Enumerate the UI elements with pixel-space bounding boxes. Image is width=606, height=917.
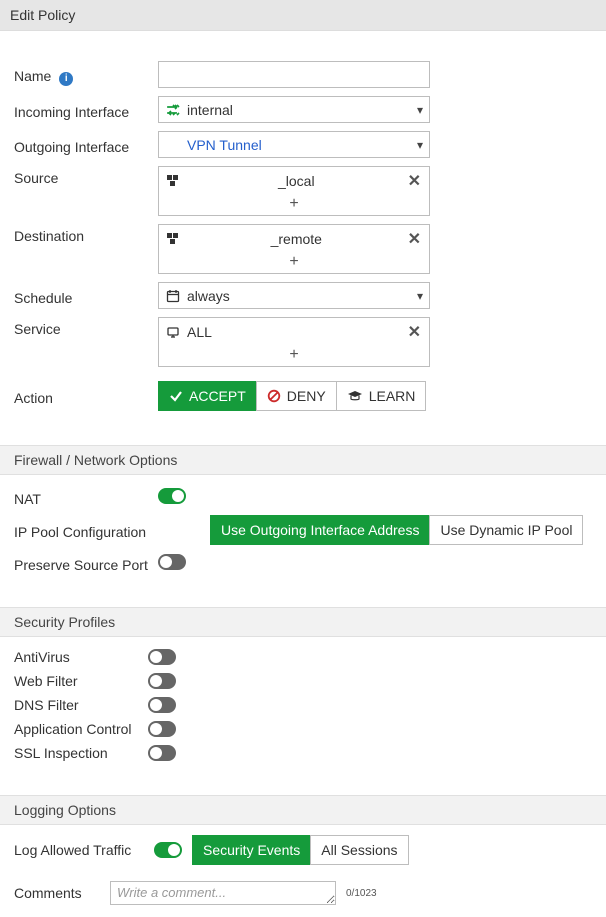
service-icon bbox=[165, 325, 181, 339]
service-tagbox[interactable]: ALL ✕ + bbox=[158, 317, 430, 367]
appcontrol-toggle[interactable] bbox=[148, 721, 176, 737]
sslinspect-label: SSL Inspection bbox=[14, 745, 148, 761]
remove-source-icon[interactable]: ✕ bbox=[406, 171, 423, 191]
destination-tagbox[interactable]: _remote ✕ + bbox=[158, 224, 430, 274]
incoming-interface-value: internal bbox=[187, 102, 417, 118]
incoming-interface-select[interactable]: internal ▾ bbox=[158, 96, 430, 123]
service-tag: ALL ✕ bbox=[159, 318, 429, 346]
source-tagbox[interactable]: _local ✕ + bbox=[158, 166, 430, 216]
deny-icon bbox=[267, 389, 281, 403]
logging-section-heading: Logging Options bbox=[0, 795, 606, 825]
comments-textarea[interactable] bbox=[110, 881, 336, 905]
action-label: Action bbox=[14, 386, 158, 406]
preserve-port-label: Preserve Source Port bbox=[14, 553, 158, 573]
schedule-select[interactable]: always ▾ bbox=[158, 282, 430, 309]
destination-tag-text: _remote bbox=[187, 231, 406, 247]
outgoing-interface-select[interactable]: VPN Tunnel ▾ bbox=[158, 131, 430, 158]
source-tag-text: _local bbox=[187, 173, 406, 189]
interface-icon bbox=[165, 103, 181, 117]
schedule-label: Schedule bbox=[14, 286, 158, 306]
webfilter-label: Web Filter bbox=[14, 673, 148, 689]
remove-service-icon[interactable]: ✕ bbox=[406, 322, 423, 342]
nat-toggle[interactable] bbox=[158, 488, 186, 504]
antivirus-label: AntiVirus bbox=[14, 649, 148, 665]
action-learn-text: LEARN bbox=[369, 388, 416, 404]
info-icon[interactable]: i bbox=[59, 72, 73, 86]
name-input[interactable] bbox=[158, 61, 430, 88]
log-security-events-button[interactable]: Security Events bbox=[192, 835, 311, 865]
remove-destination-icon[interactable]: ✕ bbox=[406, 229, 423, 249]
ippool-segment-group: Use Outgoing Interface Address Use Dynam… bbox=[210, 515, 583, 545]
log-mode-segment-group: Security Events All Sessions bbox=[192, 835, 409, 865]
log-all-sessions-button[interactable]: All Sessions bbox=[310, 835, 408, 865]
action-button-group: ACCEPT DENY LEARN bbox=[158, 381, 426, 411]
comments-counter: 0/1023 bbox=[346, 888, 377, 899]
action-deny-text: DENY bbox=[287, 388, 326, 404]
log-allowed-label: Log Allowed Traffic bbox=[14, 842, 144, 858]
action-deny-button[interactable]: DENY bbox=[256, 381, 337, 411]
ippool-dynamic-button[interactable]: Use Dynamic IP Pool bbox=[429, 515, 583, 545]
destination-label: Destination bbox=[14, 224, 158, 244]
learn-icon bbox=[347, 389, 363, 403]
source-label: Source bbox=[14, 166, 158, 186]
sslinspect-toggle[interactable] bbox=[148, 745, 176, 761]
incoming-interface-label: Incoming Interface bbox=[14, 100, 158, 120]
service-tag-text: ALL bbox=[187, 324, 406, 340]
outgoing-interface-label: Outgoing Interface bbox=[14, 135, 158, 155]
page-title: Edit Policy bbox=[0, 0, 606, 31]
chevron-down-icon: ▾ bbox=[417, 103, 423, 117]
name-label: Name i bbox=[14, 64, 158, 86]
add-source-button[interactable]: + bbox=[159, 195, 429, 215]
schedule-value: always bbox=[187, 288, 417, 304]
comments-label: Comments bbox=[14, 885, 100, 901]
outgoing-interface-value: VPN Tunnel bbox=[187, 137, 417, 153]
dnsfilter-label: DNS Filter bbox=[14, 697, 148, 713]
action-learn-button[interactable]: LEARN bbox=[336, 381, 427, 411]
dnsfilter-toggle[interactable] bbox=[148, 697, 176, 713]
name-label-text: Name bbox=[14, 68, 51, 84]
chevron-down-icon: ▾ bbox=[417, 289, 423, 303]
firewall-section-heading: Firewall / Network Options bbox=[0, 445, 606, 475]
action-accept-text: ACCEPT bbox=[189, 388, 246, 404]
nat-label: NAT bbox=[14, 487, 158, 507]
add-service-button[interactable]: + bbox=[159, 346, 429, 366]
ippool-outgoing-button[interactable]: Use Outgoing Interface Address bbox=[210, 515, 430, 545]
security-section-heading: Security Profiles bbox=[0, 607, 606, 637]
check-icon bbox=[169, 389, 183, 403]
webfilter-toggle[interactable] bbox=[148, 673, 176, 689]
chevron-down-icon: ▾ bbox=[417, 138, 423, 152]
ippool-label: IP Pool Configuration bbox=[14, 520, 210, 540]
appcontrol-label: Application Control bbox=[14, 721, 148, 737]
address-group-icon bbox=[165, 174, 181, 188]
preserve-port-toggle[interactable] bbox=[158, 554, 186, 570]
log-allowed-toggle[interactable] bbox=[154, 842, 182, 858]
schedule-icon bbox=[165, 289, 181, 303]
address-group-icon bbox=[165, 232, 181, 246]
destination-tag: _remote ✕ bbox=[159, 225, 429, 253]
action-accept-button[interactable]: ACCEPT bbox=[158, 381, 257, 411]
antivirus-toggle[interactable] bbox=[148, 649, 176, 665]
name-input-field[interactable] bbox=[165, 67, 423, 82]
add-destination-button[interactable]: + bbox=[159, 253, 429, 273]
source-tag: _local ✕ bbox=[159, 167, 429, 195]
service-label: Service bbox=[14, 317, 158, 337]
